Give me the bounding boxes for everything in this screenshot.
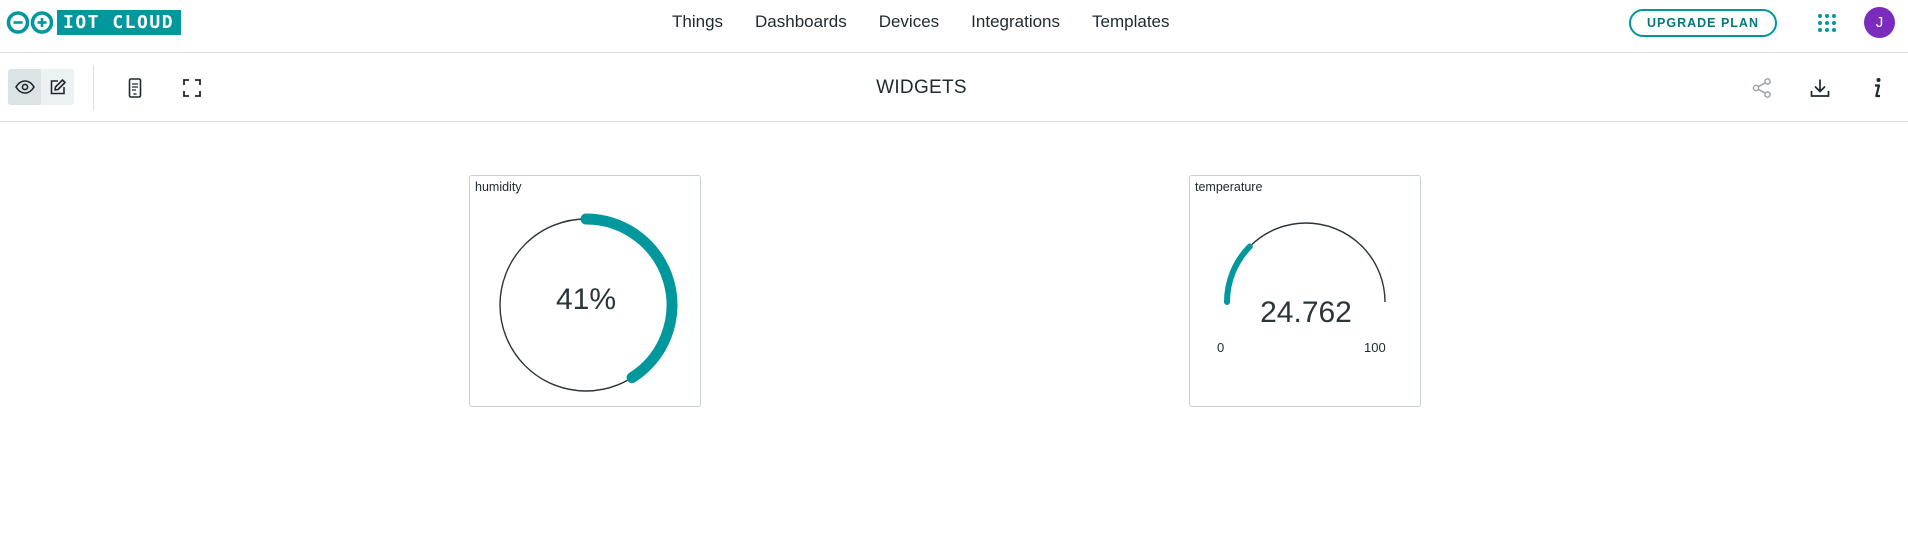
download-button[interactable] — [1809, 77, 1831, 99]
top-navbar: IOT CLOUD Things Dashboards Devices Inte… — [0, 0, 1908, 53]
gauge-track — [1226, 222, 1386, 303]
download-icon — [1810, 79, 1830, 97]
temperature-gauge — [1224, 222, 1386, 305]
nav-integrations[interactable]: Integrations — [971, 12, 1060, 32]
temperature-widget[interactable]: temperature 24.762 0 100 — [1189, 175, 1421, 407]
nav-devices[interactable]: Devices — [879, 12, 939, 32]
iot-cloud-logo[interactable]: IOT CLOUD — [5, 10, 182, 35]
info-button[interactable] — [1866, 77, 1888, 99]
nav-templates[interactable]: Templates — [1092, 12, 1169, 32]
logo-text: IOT CLOUD — [57, 10, 182, 35]
nav-dashboards[interactable]: Dashboards — [755, 12, 847, 32]
share-icon — [1752, 78, 1771, 98]
nav-things[interactable]: Things — [672, 12, 723, 32]
main-nav: Things Dashboards Devices Integrations T… — [672, 0, 1202, 44]
humidity-widget[interactable]: humidity 41% — [469, 175, 701, 407]
share-button[interactable] — [1751, 77, 1773, 99]
gauge-value-arc — [1224, 243, 1253, 305]
grid-icon[interactable] — [1816, 12, 1838, 34]
gauge-min-label: 0 — [1217, 340, 1225, 355]
page-title: WIDGETS — [876, 77, 967, 98]
temperature-value: 24.762 — [1260, 296, 1352, 329]
humidity-value: 41% — [555, 283, 617, 316]
upgrade-plan-button[interactable]: UPGRADE PLAN — [1629, 9, 1777, 37]
dashboard-toolbar: WIDGETS — [0, 53, 1908, 122]
info-icon — [1875, 78, 1881, 98]
arduino-logo-icon — [5, 10, 57, 35]
avatar[interactable]: J — [1864, 7, 1895, 38]
gauge-max-label: 100 — [1364, 340, 1386, 355]
